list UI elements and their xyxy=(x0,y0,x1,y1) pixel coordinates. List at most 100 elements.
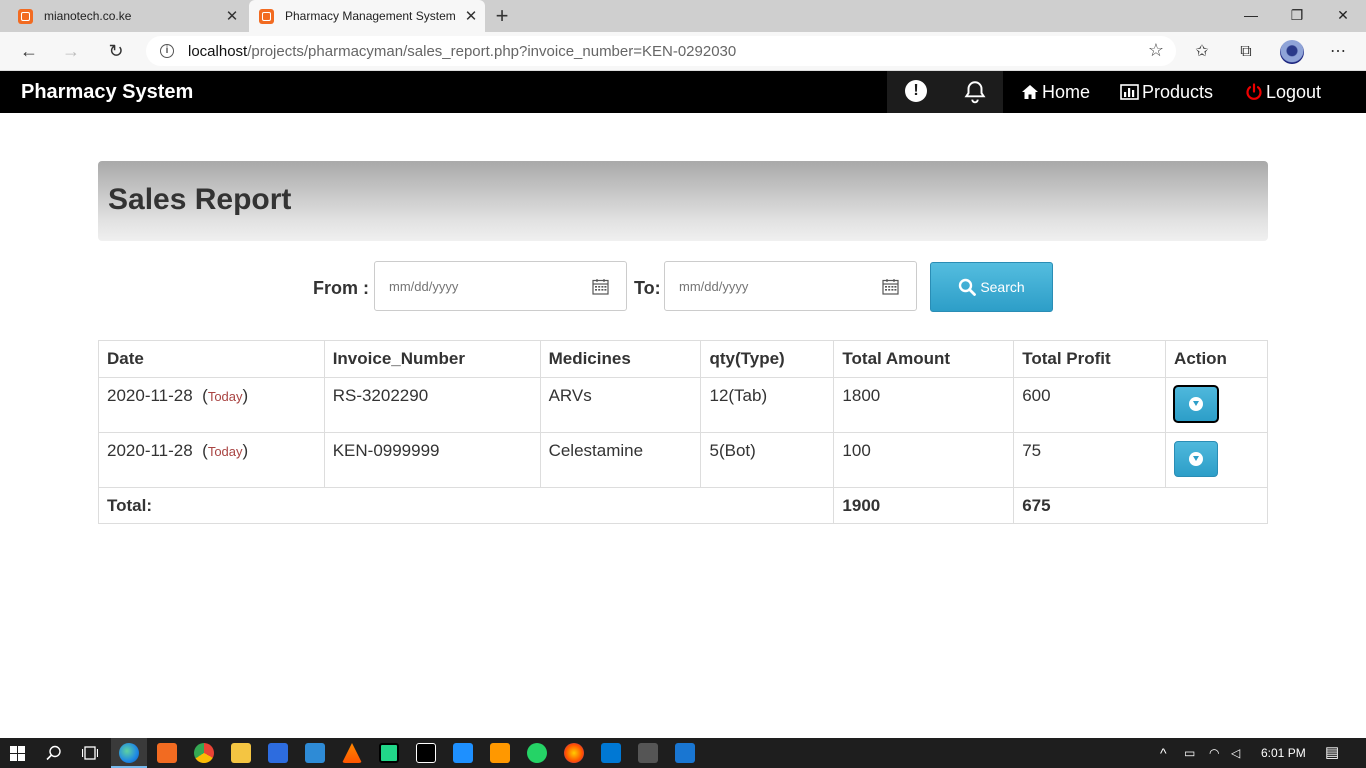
arrow-circle-down-icon xyxy=(1189,397,1204,411)
restore-icon[interactable]: ❐ xyxy=(1274,4,1320,26)
cell-amount: 1800 xyxy=(833,377,1015,433)
from-date-input[interactable] xyxy=(389,276,579,296)
search-taskbar-icon[interactable] xyxy=(46,745,62,761)
info-icon[interactable]: i xyxy=(160,44,174,58)
favorite-star-icon[interactable]: ☆ xyxy=(1148,40,1164,61)
cell-medicine: Celestamine xyxy=(539,432,702,488)
header-action: Action xyxy=(1165,340,1268,378)
app-navbar: Pharmacy System ! Home Products Logout xyxy=(0,71,1366,113)
nav-products-label: Products xyxy=(1142,82,1214,102)
clock-time[interactable]: 6:01 PM xyxy=(1261,738,1306,768)
to-date-input[interactable] xyxy=(679,276,869,296)
volume-icon[interactable]: ◁ xyxy=(1231,738,1240,768)
table-row: 2020-11-28 (Today) KEN-0999999 Celestami… xyxy=(98,432,1268,488)
nav-home-link[interactable]: Home xyxy=(1021,71,1090,113)
calculator-icon[interactable] xyxy=(638,743,658,763)
download-button[interactable] xyxy=(1174,441,1219,477)
table-header-row: Date Invoice_Number Medicines qty(Type) … xyxy=(98,340,1268,378)
more-menu-icon[interactable]: ⋯ xyxy=(1327,41,1349,63)
download-button[interactable] xyxy=(1173,385,1220,423)
header-medicines: Medicines xyxy=(539,340,702,378)
close-window-icon[interactable]: ✕ xyxy=(1320,4,1366,26)
favorites-icon[interactable]: ✩ xyxy=(1191,41,1213,63)
cell-profit: 600 xyxy=(1013,377,1167,433)
forward-icon[interactable]: → xyxy=(58,39,84,63)
xampp-favicon-icon xyxy=(259,8,274,24)
cell-invoice: RS-3202290 xyxy=(323,377,541,433)
photos-icon[interactable] xyxy=(675,743,695,763)
chrome-icon[interactable] xyxy=(194,743,214,763)
mail-icon[interactable] xyxy=(305,743,325,763)
total-row: Total: 1900 675 xyxy=(97,487,1268,524)
power-icon xyxy=(1246,83,1262,100)
search-button[interactable]: Search xyxy=(930,262,1053,312)
edge-icon[interactable] xyxy=(119,743,139,763)
vscode-icon[interactable] xyxy=(601,743,621,763)
browser-tab-pharmacy[interactable]: Pharmacy Management System ✕ xyxy=(249,0,485,32)
cell-amount: 100 xyxy=(833,432,1015,488)
nav-logout-label: Logout xyxy=(1266,82,1322,102)
close-tab-icon[interactable]: ✕ xyxy=(457,7,485,25)
wifi-icon[interactable]: ◠ xyxy=(1209,738,1219,768)
profile-avatar-icon[interactable] xyxy=(1280,40,1304,64)
total-amount: 1900 xyxy=(833,487,1015,524)
search-icon xyxy=(959,278,977,296)
cell-qty: 5(Bot) xyxy=(700,432,835,488)
battery-icon[interactable]: ▭ xyxy=(1184,738,1195,768)
home-icon xyxy=(1022,85,1038,99)
firefox-icon[interactable] xyxy=(564,743,584,763)
page-title: Sales Report xyxy=(108,183,292,216)
browser-tab-mianotech[interactable]: mianotech.co.ke ✕ xyxy=(8,0,246,32)
close-tab-icon[interactable]: ✕ xyxy=(218,7,246,25)
intellij-icon[interactable] xyxy=(416,743,436,763)
windows-start-icon[interactable] xyxy=(10,746,25,761)
sublime-icon[interactable] xyxy=(490,743,510,763)
from-date-field[interactable] xyxy=(374,261,627,311)
url-host: localhost xyxy=(188,42,248,60)
word-icon[interactable] xyxy=(453,743,473,763)
cell-profit: 75 xyxy=(1013,432,1167,488)
cell-qty: 12(Tab) xyxy=(700,377,835,433)
date-value: 2020-11-28 xyxy=(107,441,193,460)
bell-icon[interactable] xyxy=(962,79,988,105)
nav-logout-link[interactable]: Logout xyxy=(1245,71,1321,113)
notification-area: ! xyxy=(887,71,1003,113)
today-label: Today xyxy=(207,389,243,404)
today-tag: (Today) xyxy=(197,441,249,460)
windows-taskbar: ^ ▭ ◠ ◁ 6:01 PM ▤ xyxy=(0,738,1366,768)
bar-chart-icon xyxy=(1120,84,1139,100)
brand-title[interactable]: Pharmacy System xyxy=(21,71,193,113)
total-profit: 675 xyxy=(1013,487,1268,524)
file-explorer-icon[interactable] xyxy=(231,743,251,763)
browser-tab-bar: mianotech.co.ke ✕ Pharmacy Management Sy… xyxy=(0,0,1366,32)
cell-invoice: KEN-0999999 xyxy=(323,432,541,488)
store-icon[interactable] xyxy=(268,743,288,763)
header-qty-type: qty(Type) xyxy=(700,340,835,378)
calendar-icon[interactable] xyxy=(882,278,899,295)
notification-center-icon[interactable]: ▤ xyxy=(1325,738,1339,768)
whatsapp-icon[interactable] xyxy=(527,743,547,763)
minimize-icon[interactable]: — xyxy=(1228,4,1274,26)
collections-icon[interactable]: ⧉ xyxy=(1235,41,1257,63)
refresh-icon[interactable]: ↻ xyxy=(103,39,129,63)
browser-address-bar: ← → ↻ i localhost/projects/pharmacyman/s… xyxy=(0,32,1366,71)
table-row: 2020-11-28 (Today) RS-3202290 ARVs 12(Ta… xyxy=(98,377,1268,433)
new-tab-icon[interactable]: + xyxy=(490,4,514,28)
tray-chevron-icon[interactable]: ^ xyxy=(1160,738,1167,768)
tab-title: mianotech.co.ke xyxy=(44,9,132,23)
cell-action xyxy=(1165,432,1268,488)
pycharm-icon[interactable] xyxy=(379,743,399,763)
header-invoice-number: Invoice_Number xyxy=(323,340,541,378)
xampp-favicon-icon xyxy=(18,8,33,24)
task-view-icon[interactable] xyxy=(82,746,98,760)
vlc-icon[interactable] xyxy=(342,743,362,763)
calendar-icon[interactable] xyxy=(592,278,609,295)
arrow-circle-down-icon xyxy=(1189,452,1204,466)
xampp-icon[interactable] xyxy=(157,743,177,763)
to-date-field[interactable] xyxy=(664,261,917,311)
today-label: Today xyxy=(207,444,243,459)
url-field[interactable]: i localhost/projects/pharmacyman/sales_r… xyxy=(146,36,1176,66)
nav-products-link[interactable]: Products xyxy=(1120,71,1213,113)
alert-icon[interactable]: ! xyxy=(905,80,927,102)
back-icon[interactable]: ← xyxy=(16,39,42,63)
